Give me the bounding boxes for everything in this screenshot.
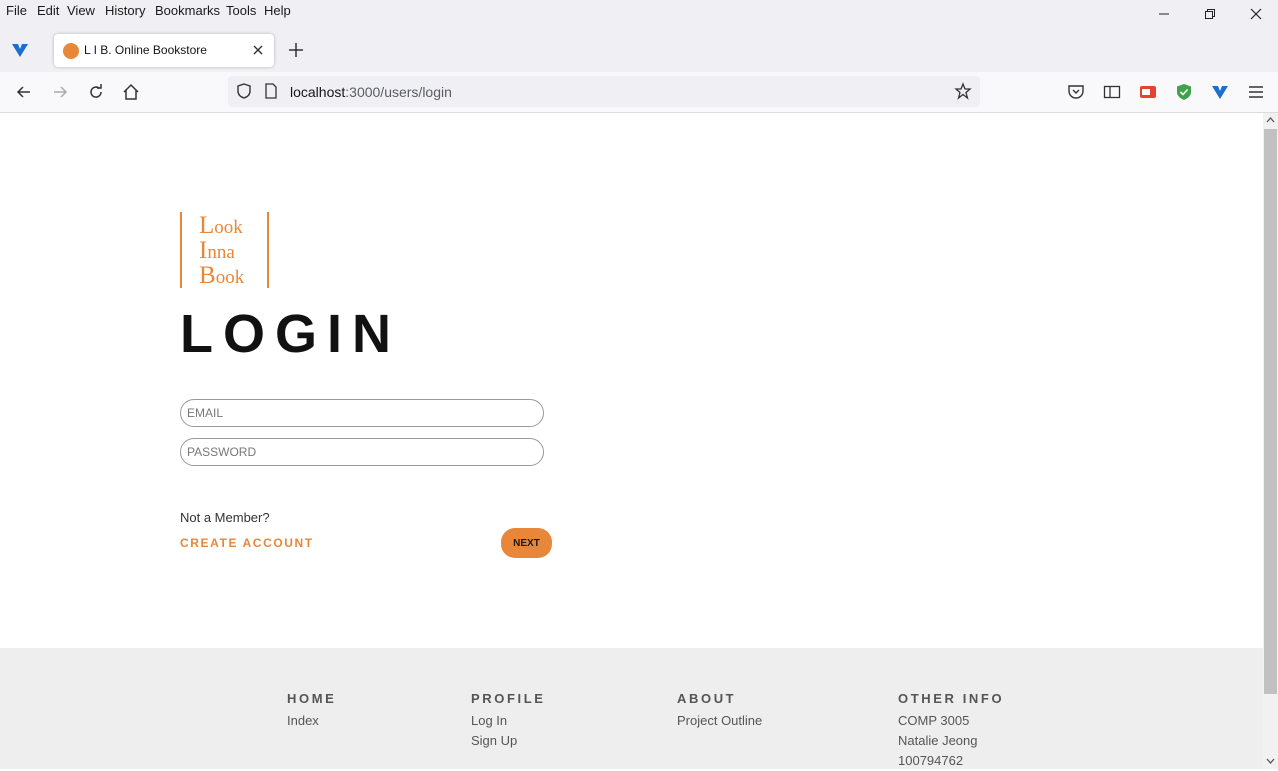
footer-link-sign-up[interactable]: Sign Up xyxy=(471,731,546,751)
password-field[interactable] xyxy=(180,438,544,466)
favicon-icon xyxy=(63,43,79,59)
not-member-text: Not a Member? xyxy=(180,510,270,525)
footer-column-home: HOME Index xyxy=(287,691,336,731)
pocket-icon[interactable] xyxy=(1066,82,1086,102)
scrollbar-thumb[interactable] xyxy=(1264,129,1277,694)
minimize-icon xyxy=(1159,13,1169,15)
bookmark-star-icon[interactable] xyxy=(954,82,972,100)
navigation-toolbar: localhost:3000/users/login xyxy=(0,72,1278,113)
logo-right-bar xyxy=(267,212,269,288)
next-button[interactable]: NEXT xyxy=(501,528,552,558)
reload-icon[interactable] xyxy=(86,82,106,102)
menu-tools[interactable]: Tools xyxy=(226,3,256,18)
extension-logo-icon[interactable] xyxy=(1210,82,1230,102)
logo-line-look: Look xyxy=(199,212,243,239)
tab-active[interactable]: L I B. Online Bookstore xyxy=(54,34,274,67)
footer-heading: PROFILE xyxy=(471,691,546,706)
forward-icon[interactable] xyxy=(50,82,70,102)
address-bar[interactable]: localhost:3000/users/login xyxy=(228,76,980,107)
url-text[interactable]: localhost:3000/users/login xyxy=(290,84,452,100)
back-icon[interactable] xyxy=(14,82,34,102)
logo-line-inna: Inna xyxy=(199,237,235,264)
vertical-scrollbar[interactable] xyxy=(1263,113,1278,769)
create-account-link[interactable]: CREATE ACCOUNT xyxy=(180,536,314,550)
scroll-up-icon[interactable] xyxy=(1266,116,1275,124)
home-icon[interactable] xyxy=(121,82,141,102)
footer-link-log-in[interactable]: Log In xyxy=(471,711,546,731)
footer-column-profile: PROFILE Log In Sign Up xyxy=(471,691,546,751)
footer-heading: OTHER INFO xyxy=(898,691,1005,706)
footer-info-author: Natalie Jeong xyxy=(898,733,978,748)
tab-close-icon[interactable] xyxy=(250,42,266,58)
email-field[interactable] xyxy=(180,399,544,427)
footer-column-other-info: OTHER INFO COMP 3005 Natalie Jeong 10079… xyxy=(898,691,1004,771)
menu-view[interactable]: View xyxy=(67,3,95,18)
menu-bookmarks[interactable]: Bookmarks xyxy=(155,3,220,18)
menu-bar: File Edit View History Bookmarks Tools H… xyxy=(0,0,1278,24)
tab-title: L I B. Online Bookstore xyxy=(84,43,207,57)
menu-history[interactable]: History xyxy=(105,3,145,18)
footer-info-student-id: 100794762 xyxy=(898,753,964,768)
screenshot-extension-icon[interactable] xyxy=(1138,82,1158,102)
footer-link-index[interactable]: Index xyxy=(287,711,336,731)
restore-icon xyxy=(1205,9,1215,19)
footer-link-project-outline[interactable]: Project Outline xyxy=(677,711,762,731)
hamburger-menu-icon[interactable] xyxy=(1246,82,1266,102)
adblock-shield-icon[interactable] xyxy=(1174,82,1194,102)
menu-edit[interactable]: Edit xyxy=(37,3,59,18)
footer-heading: ABOUT xyxy=(677,691,737,706)
shield-icon[interactable] xyxy=(235,82,253,100)
page-title: LOGIN xyxy=(180,304,401,364)
menu-file[interactable]: File xyxy=(6,3,27,18)
menu-help[interactable]: Help xyxy=(264,3,291,18)
extension-logo-icon[interactable] xyxy=(10,40,30,60)
reader-view-icon[interactable] xyxy=(1102,82,1122,102)
logo-line-book: Book xyxy=(199,262,245,289)
new-tab-icon[interactable] xyxy=(286,40,306,60)
close-icon xyxy=(1250,8,1262,20)
footer-heading: HOME xyxy=(287,691,337,706)
footer-info-course: COMP 3005 xyxy=(898,713,970,728)
page-icon[interactable] xyxy=(262,82,280,100)
scroll-down-icon[interactable] xyxy=(1266,757,1275,765)
site-logo: Look Inna Book xyxy=(180,212,270,289)
footer: HOME Index PROFILE Log In Sign Up ABOUT … xyxy=(0,648,1263,769)
footer-column-about: ABOUT Project Outline xyxy=(677,691,762,731)
logo-left-bar xyxy=(180,212,182,288)
